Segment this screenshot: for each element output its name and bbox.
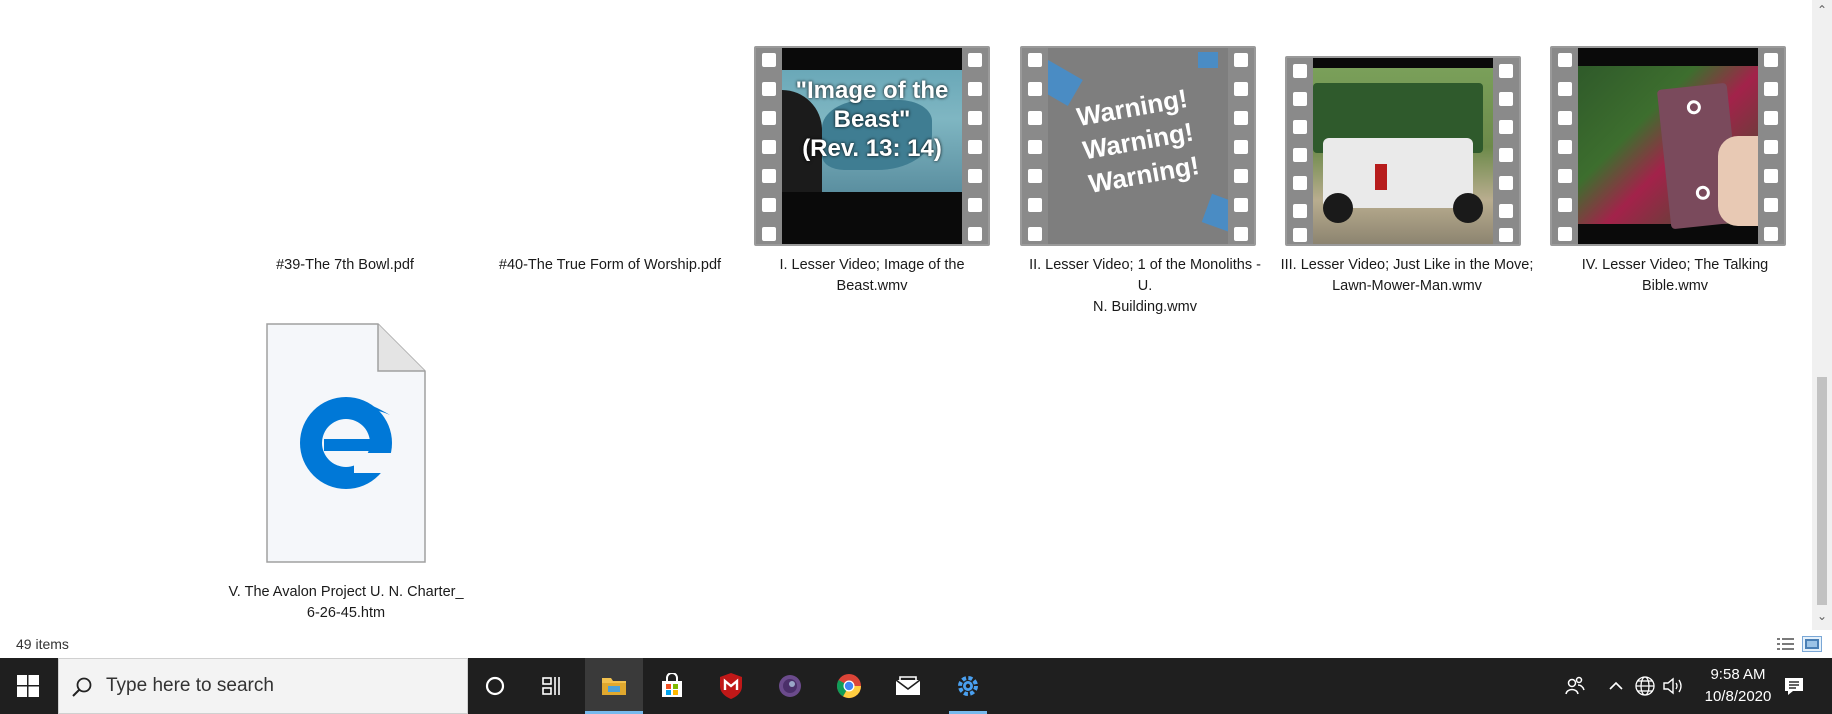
file-list-area: #39-The 7th Bowl.pdf #40-The True Form o…	[0, 0, 1812, 630]
taskbar: Type here to search 9:58 AM 10/8/2020	[0, 658, 1832, 714]
file-explorer-icon[interactable]	[585, 658, 643, 714]
video-thumbnail: "Image of the Beast" (Rev. 13: 14)	[754, 46, 990, 246]
film-rail	[1022, 48, 1048, 244]
chevron-up-icon[interactable]	[1604, 658, 1628, 714]
search-box[interactable]: Type here to search	[58, 658, 468, 714]
film-rail	[1758, 48, 1784, 244]
film-rail	[962, 48, 988, 244]
scroll-down-icon[interactable]: ⌄	[1812, 606, 1832, 626]
search-icon	[72, 677, 92, 697]
status-bar: 49 items	[0, 630, 1832, 658]
film-rail	[1228, 48, 1254, 244]
file-name: II. Lesser Video; 1 of the Monoliths - U…	[1029, 257, 1261, 315]
file-item-video-monoliths[interactable]: Warning! Warning! Warning! II. Lesser Vi…	[1020, 46, 1270, 315]
chrome-icon[interactable]	[820, 658, 878, 714]
microsoft-store-icon[interactable]	[643, 658, 701, 714]
volume-icon[interactable]	[1660, 658, 1686, 714]
settings-icon[interactable]	[939, 658, 997, 714]
file-item-video-lawn-mower-man[interactable]: III. Lesser Video; Just Like in the Move…	[1281, 56, 1533, 306]
thumbnail-caption: "Image of the Beast" (Rev. 13: 14)	[795, 77, 949, 162]
file-name: #40-The True Form of Worship.pdf	[498, 257, 722, 273]
network-globe-icon[interactable]	[1632, 658, 1658, 714]
cortana-icon[interactable]	[466, 658, 524, 714]
windows-icon	[17, 675, 39, 697]
start-button[interactable]	[0, 658, 56, 714]
film-rail	[1287, 58, 1313, 244]
item-count: 49 items	[16, 636, 69, 652]
file-item-avalon-project-htm[interactable]: V. The Avalon Project U. N. Charter_ 6-2…	[226, 320, 466, 630]
large-icons-view-icon[interactable]	[1802, 636, 1822, 652]
video-thumbnail	[1285, 56, 1521, 246]
scrollbar-thumb[interactable]	[1817, 377, 1827, 605]
file-name: #39-The 7th Bowl.pdf	[276, 257, 414, 273]
video-frame: "Image of the Beast" (Rev. 13: 14)	[782, 48, 962, 244]
edge-document-icon	[266, 323, 426, 563]
tor-browser-icon[interactable]	[761, 658, 819, 714]
file-item-7th-bowl[interactable]: #39-The 7th Bowl.pdf	[240, 255, 450, 276]
video-thumbnail	[1550, 46, 1786, 246]
video-frame	[1313, 58, 1493, 244]
film-rail	[1493, 58, 1519, 244]
task-view-icon[interactable]	[524, 658, 582, 714]
file-item-video-talking-bible[interactable]: IV. Lesser Video; The Talking Bible.wmv	[1550, 46, 1800, 306]
video-frame: Warning! Warning! Warning!	[1048, 48, 1228, 244]
video-frame	[1578, 48, 1758, 244]
details-view-icon[interactable]	[1776, 636, 1796, 652]
file-name: V. The Avalon Project U. N. Charter_ 6-2…	[228, 584, 464, 621]
file-name: I. Lesser Video; Image of the Beast.wmv	[779, 257, 965, 294]
scroll-up-icon[interactable]: ⌃	[1812, 0, 1832, 20]
mail-icon[interactable]	[879, 658, 937, 714]
film-rail	[756, 48, 782, 244]
film-rail	[1552, 48, 1578, 244]
search-placeholder: Type here to search	[106, 675, 274, 696]
file-item-video-image-of-beast[interactable]: "Image of the Beast" (Rev. 13: 14) I. Le…	[754, 46, 992, 306]
file-name: III. Lesser Video; Just Like in the Move…	[1280, 257, 1534, 294]
file-name: IV. Lesser Video; The Talking Bible.wmv	[1581, 257, 1769, 294]
mcafee-icon[interactable]	[702, 658, 760, 714]
video-thumbnail: Warning! Warning! Warning!	[1020, 46, 1256, 246]
file-item-true-form-worship[interactable]: #40-The True Form of Worship.pdf	[490, 255, 730, 276]
vertical-scrollbar[interactable]: ⌃ ⌄	[1812, 0, 1832, 630]
action-center-icon[interactable]	[1772, 658, 1816, 714]
people-icon[interactable]	[1560, 658, 1590, 714]
